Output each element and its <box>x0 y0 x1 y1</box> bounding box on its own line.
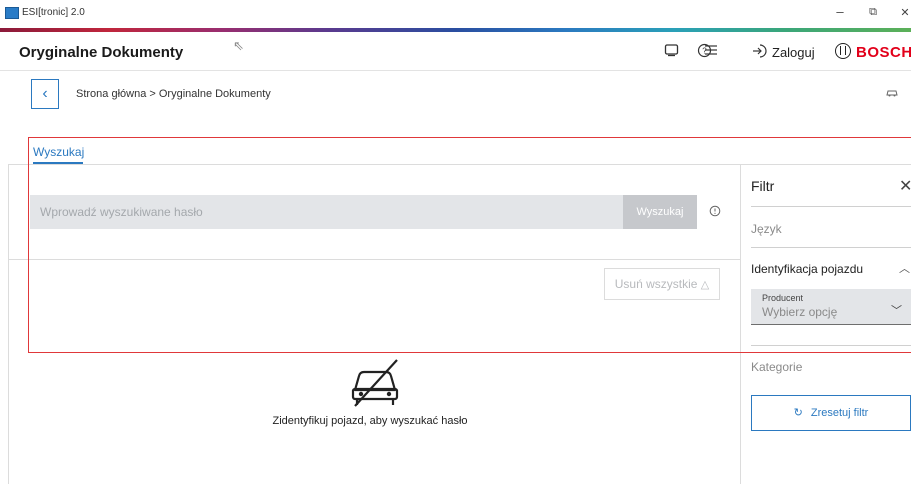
empty-state-message: Zidentyfikuj pojazd, aby wyszukać hasło <box>272 415 468 427</box>
tab-search[interactable]: Wyszukaj <box>33 145 84 159</box>
active-tab-indicator <box>33 162 83 164</box>
minimize-button[interactable]: – <box>830 4 850 19</box>
filter-category[interactable]: Kategorie <box>751 360 802 374</box>
window-titlebar <box>0 0 911 29</box>
producer-label: Producent <box>762 293 804 303</box>
restore-button[interactable]: ⧉ <box>863 6 883 19</box>
chevron-left-icon: ‹ <box>42 85 48 102</box>
window-title: ESI[tronic] 2.0 <box>22 7 85 18</box>
vehicle-icon[interactable] <box>886 88 898 101</box>
reset-filter-button[interactable]: ↻ Zresetuj filtr <box>751 395 911 431</box>
no-vehicle-icon <box>345 358 405 408</box>
breadcrumb: Strona główna > Oryginalne Dokumenty <box>76 88 271 100</box>
header-divider <box>0 70 911 71</box>
login-icon[interactable] <box>752 43 768 62</box>
filter-panel-border <box>740 165 741 484</box>
filter-divider <box>751 247 911 248</box>
filter-divider <box>751 345 911 346</box>
reset-filter-label: Zresetuj filtr <box>810 407 869 419</box>
producer-value: Wybierz opcję <box>762 305 838 319</box>
section-divider <box>8 259 740 260</box>
filter-vehicle-section[interactable]: Identyfikacja pojazdu <box>751 262 863 276</box>
screen-icon[interactable] <box>664 43 679 60</box>
search-button[interactable]: Wyszukaj <box>623 195 697 229</box>
filter-divider <box>751 206 911 207</box>
filter-title: Filtr <box>751 178 775 194</box>
clear-all-label: Usuń wszystkie <box>614 277 698 291</box>
filter-language[interactable]: Język <box>751 222 782 236</box>
app-icon <box>5 7 19 19</box>
chevron-down-icon: ﹀ <box>891 305 902 317</box>
page-title: Oryginalne Dokumenty <box>19 44 184 61</box>
chevron-up-icon[interactable]: ︿ <box>899 260 910 276</box>
info-icon[interactable] <box>709 205 721 220</box>
mouse-cursor-icon: ⇖ <box>233 38 244 53</box>
trash-icon: △ <box>700 279 710 291</box>
bosch-logo-icon <box>835 43 851 59</box>
back-button[interactable]: ‹ <box>31 79 59 109</box>
search-input[interactable] <box>30 195 623 229</box>
hamburger-menu-icon[interactable] <box>704 43 718 60</box>
clear-all-button[interactable]: Usuń wszystkie △ <box>604 268 720 300</box>
tab-divider <box>8 164 911 165</box>
brand-color-strip <box>0 28 911 32</box>
close-window-button[interactable]: ✕ <box>895 6 911 19</box>
login-link[interactable]: Zaloguj <box>772 45 815 60</box>
content-left-border <box>8 164 9 484</box>
refresh-icon: ↻ <box>793 407 803 419</box>
brand-logo: BOSCH <box>856 44 911 61</box>
close-icon[interactable]: ✕ <box>899 176 911 196</box>
